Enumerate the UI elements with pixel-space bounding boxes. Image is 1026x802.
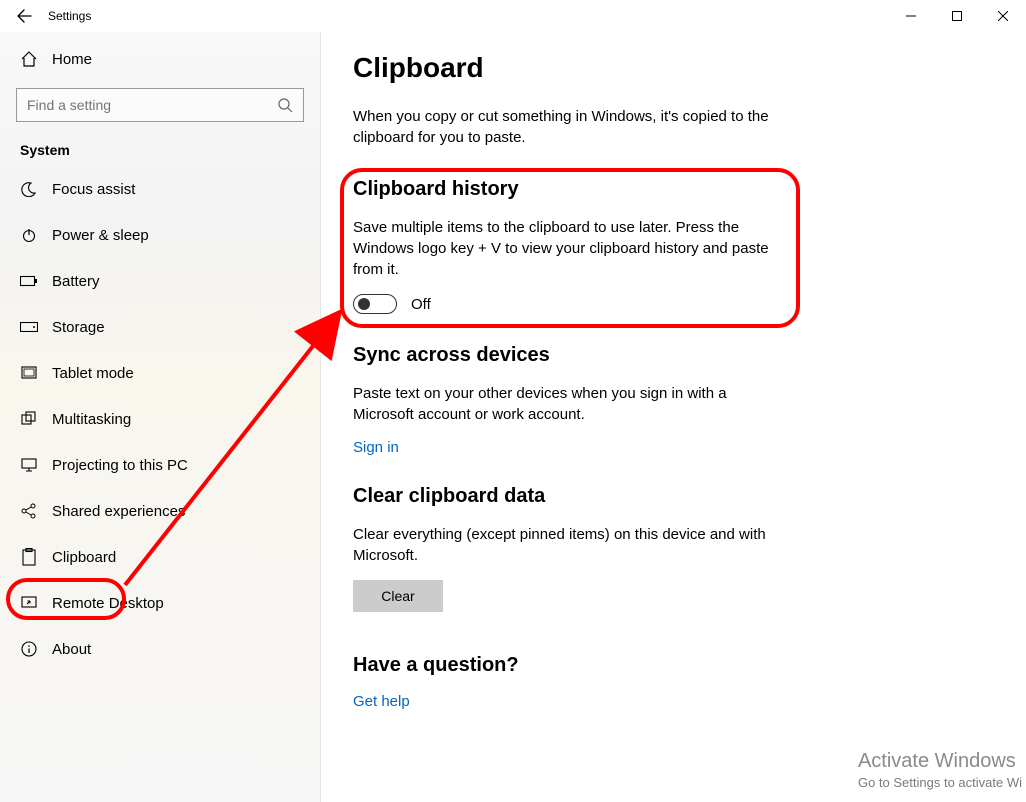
app-title: Settings	[48, 9, 91, 23]
sidebar-item-battery[interactable]: Battery	[0, 258, 320, 304]
sidebar-item-label: Shared experiences	[52, 503, 185, 520]
sidebar-nav: Focus assist Power & sleep Battery Stora…	[0, 166, 320, 672]
close-button[interactable]	[980, 0, 1026, 32]
sidebar-item-label: Clipboard	[52, 549, 116, 566]
minimize-button[interactable]	[888, 0, 934, 32]
multitasking-icon	[20, 411, 38, 427]
tablet-icon	[20, 365, 38, 381]
sidebar-item-label: Projecting to this PC	[52, 457, 188, 474]
info-icon	[20, 641, 38, 657]
sidebar-item-label: Battery	[52, 273, 100, 290]
sidebar-home[interactable]: Home	[0, 42, 320, 76]
sidebar-item-tablet-mode[interactable]: Tablet mode	[0, 350, 320, 396]
sidebar-item-multitasking[interactable]: Multitasking	[0, 396, 320, 442]
section-title-sync: Sync across devices	[353, 344, 986, 367]
remote-desktop-icon	[20, 595, 38, 611]
page-intro: When you copy or cut something in Window…	[353, 106, 773, 148]
sidebar: Home System Focus assist Power & sleep B…	[0, 32, 321, 802]
storage-icon	[20, 322, 38, 332]
sidebar-item-label: Power & sleep	[52, 227, 149, 244]
history-toggle[interactable]	[353, 294, 397, 314]
battery-icon	[20, 275, 38, 287]
sidebar-item-storage[interactable]: Storage	[0, 304, 320, 350]
section-desc-clear: Clear everything (except pinned items) o…	[353, 524, 783, 566]
toggle-knob-icon	[358, 298, 370, 310]
back-button[interactable]	[8, 0, 40, 32]
clipboard-icon	[20, 548, 38, 566]
sidebar-item-shared-experiences[interactable]: Shared experiences	[0, 488, 320, 534]
sidebar-item-label: Storage	[52, 319, 105, 336]
watermark-line-2: Go to Settings to activate Wi	[858, 775, 1022, 790]
sidebar-item-remote-desktop[interactable]: Remote Desktop	[0, 580, 320, 626]
search-input[interactable]	[27, 97, 271, 113]
close-icon	[998, 11, 1008, 21]
sidebar-item-clipboard[interactable]: Clipboard	[0, 534, 320, 580]
share-icon	[20, 503, 38, 519]
section-title-clear: Clear clipboard data	[353, 485, 986, 508]
clear-button[interactable]: Clear	[353, 580, 443, 612]
projecting-icon	[20, 457, 38, 473]
page-title: Clipboard	[353, 52, 986, 84]
search-box[interactable]	[16, 88, 304, 122]
minimize-icon	[906, 11, 916, 21]
body: Home System Focus assist Power & sleep B…	[0, 32, 1026, 802]
window-controls	[888, 0, 1026, 32]
get-help-link[interactable]: Get help	[353, 693, 410, 710]
history-toggle-row: Off	[353, 294, 986, 314]
titlebar: Settings	[0, 0, 1026, 32]
sidebar-home-label: Home	[52, 51, 92, 68]
history-toggle-label: Off	[411, 296, 431, 313]
section-desc-sync: Paste text on your other devices when yo…	[353, 383, 783, 425]
titlebar-left: Settings	[8, 0, 91, 32]
sidebar-item-label: Remote Desktop	[52, 595, 164, 612]
section-title-help: Have a question?	[353, 654, 986, 677]
sidebar-item-about[interactable]: About	[0, 626, 320, 672]
help-section: Have a question? Get help	[353, 654, 986, 711]
sidebar-item-label: About	[52, 641, 91, 658]
power-icon	[20, 227, 38, 243]
sidebar-item-focus-assist[interactable]: Focus assist	[0, 166, 320, 212]
back-arrow-icon	[16, 8, 32, 24]
sign-in-link[interactable]: Sign in	[353, 439, 399, 456]
sidebar-item-power-sleep[interactable]: Power & sleep	[0, 212, 320, 258]
main-content: Clipboard When you copy or cut something…	[321, 32, 1026, 802]
maximize-icon	[952, 11, 962, 21]
section-desc-history: Save multiple items to the clipboard to …	[353, 217, 783, 280]
activate-windows-watermark: Activate Windows Go to Settings to activ…	[858, 750, 1022, 790]
sidebar-category-header: System	[0, 142, 320, 166]
home-icon	[20, 50, 38, 68]
moon-icon	[20, 181, 38, 197]
maximize-button[interactable]	[934, 0, 980, 32]
search-icon	[277, 97, 293, 113]
watermark-line-1: Activate Windows	[858, 750, 1022, 773]
sidebar-item-label: Focus assist	[52, 181, 135, 198]
sidebar-item-label: Tablet mode	[52, 365, 134, 382]
sidebar-item-projecting[interactable]: Projecting to this PC	[0, 442, 320, 488]
section-title-history: Clipboard history	[353, 178, 986, 201]
sidebar-item-label: Multitasking	[52, 411, 131, 428]
